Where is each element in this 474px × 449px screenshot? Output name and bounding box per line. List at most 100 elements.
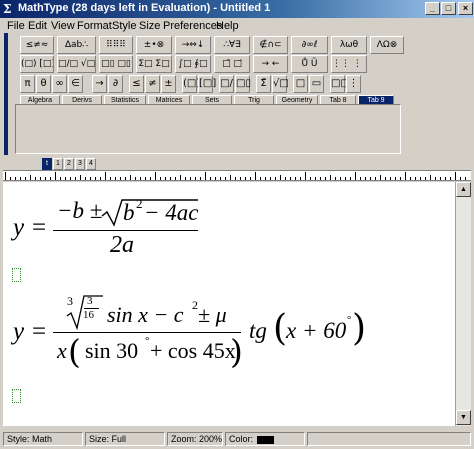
eq1-denominator: 2a — [110, 232, 134, 258]
status-color: Color: — [225, 432, 305, 446]
menu-file[interactable]: File — [7, 20, 25, 32]
mini-toolbar-3[interactable]: 3 — [75, 158, 85, 170]
menu-bar: File Edit View Format Style Size Prefere… — [0, 18, 474, 34]
status-bar: Style: Math Size: Full Zoom: 200% Color: — [0, 430, 474, 449]
product-templates[interactable]: Ů Ũ — [291, 55, 328, 73]
pi-button[interactable]: π — [20, 75, 35, 93]
ruler-ticks — [5, 172, 466, 180]
arrows-palette[interactable]: →⇔↓ — [175, 36, 211, 54]
ruler[interactable] — [3, 170, 471, 181]
mini-toolbar-4[interactable]: 4 — [86, 158, 96, 170]
equation-editor[interactable]: y = −b ± b 2 − 4ac 2a y = 3 3 16 sin x −… — [3, 182, 455, 426]
fraction-radical-templates[interactable]: □/□ √□ — [57, 55, 96, 73]
greek-uppercase-palette[interactable]: ΛΩ⊗ — [370, 36, 404, 54]
scroll-down-button[interactable]: ▼ — [456, 410, 471, 425]
brackets-button[interactable]: [□] — [198, 75, 216, 93]
summation-templates[interactable]: Σ□ Σ□ — [136, 55, 172, 73]
eq2-den-degree: ° — [145, 335, 150, 347]
bar-templates[interactable]: □̄ □⃗ — [214, 55, 250, 73]
matrix-button[interactable]: □□ — [330, 75, 350, 93]
eq2-inner-numerator: 3 — [87, 295, 93, 307]
superscript-button[interactable]: □▯ — [235, 75, 251, 93]
sum-bar-button[interactable]: Σ̄ — [256, 75, 271, 93]
eq2-lhs: y = — [13, 318, 48, 345]
less-equal-button[interactable]: ≤ — [129, 75, 144, 93]
minimize-button[interactable]: _ — [425, 2, 440, 15]
greek-lowercase-palette[interactable]: λωθ — [331, 36, 367, 54]
labeled-arrow-templates[interactable]: → ← — [253, 55, 288, 73]
status-empty-panel — [307, 432, 471, 446]
eq2-tg: tg — [249, 318, 267, 343]
eq2-arg-left-paren: ( — [273, 308, 288, 349]
integral-templates[interactable]: ∫□ ∮□ — [175, 55, 211, 73]
partial-button[interactable]: ∂ — [108, 75, 123, 93]
fence-templates[interactable]: (□) [□] — [20, 55, 54, 73]
status-color-label: Color: — [229, 434, 254, 444]
small-palette-row: π θ ∞ ∈ → ∂ ≤ ≠ ± (□) [□] □/□ □▯ Σ̄ √□ □… — [0, 75, 474, 105]
status-style: Style: Math — [3, 432, 83, 446]
plus-minus-button[interactable]: ± — [161, 75, 176, 93]
theta-button[interactable]: θ — [36, 75, 51, 93]
box-button[interactable]: □ — [293, 75, 308, 93]
eq1-radicand-b: b — [123, 200, 135, 225]
eq1-lhs: y = — [13, 214, 48, 241]
title-bar[interactable]: Σ MathType (28 days left in Evaluation) … — [0, 0, 474, 18]
menu-size[interactable]: Size — [139, 20, 160, 32]
eq2-den-sin: sin 30 — [85, 338, 139, 363]
eq2-inner-denominator: 16 — [83, 309, 94, 321]
template-palette-row: (□) [□] □/□ √□ □▯ □▯ Σ□ Σ□ ∫□ ∮□ □̄ □⃗ →… — [0, 55, 474, 73]
tab-palette-well[interactable] — [15, 104, 401, 154]
menu-preferences[interactable]: Preferences — [163, 20, 222, 32]
eq2-numerator-expression: sin x − c — [107, 302, 184, 327]
fraction-button[interactable]: □/□ — [219, 75, 234, 105]
eq1-radicand-rest: − 4ac — [144, 200, 199, 225]
sqrt-button[interactable]: √□ — [272, 75, 289, 93]
eq2-arg-right-paren: ) — [352, 308, 367, 349]
mathtype-app-icon[interactable]: Σ — [3, 3, 15, 15]
scroll-up-button[interactable]: ▲ — [456, 182, 471, 197]
symbol-palette-row: ≤≠≈ ∆ab∴ ⠿⠿⠿ ±•⊗ →⇔↓ ∴∀∃ ∉∩⊂ ∂∞ℓ λωθ ΛΩ⊗ — [0, 36, 474, 54]
vertical-scrollbar[interactable]: ▲ ▼ — [455, 182, 471, 426]
color-swatch — [257, 435, 275, 444]
eq2-den-plus-cos: + cos 45x — [150, 338, 236, 363]
frame-button[interactable]: ▭ — [309, 75, 324, 93]
relations-palette[interactable]: ≤≠≈ — [20, 36, 54, 54]
not-equal-button[interactable]: ≠ — [145, 75, 160, 93]
operators-palette[interactable]: ±•⊗ — [136, 36, 172, 54]
parentheses-button[interactable]: (□) — [182, 75, 200, 93]
menu-help[interactable]: Help — [216, 20, 239, 32]
eq2-plus-minus-mu: ± μ — [198, 302, 227, 327]
eq2-den-left-paren: ( — [68, 332, 81, 371]
mini-toolbar-2[interactable]: 2 — [64, 158, 74, 170]
close-button[interactable]: × — [458, 2, 473, 15]
element-of-button[interactable]: ∈ — [68, 75, 83, 93]
window-title: MathType (28 days left in Evaluation) - … — [18, 2, 271, 14]
script-templates[interactable]: □▯ □▯ — [99, 55, 133, 73]
set-theory-palette[interactable]: ∉∩⊂ — [253, 36, 288, 54]
right-arrow-button[interactable]: → — [92, 75, 107, 93]
status-size: Size: Full — [85, 432, 165, 446]
eq2-arg-degree: ° — [347, 314, 352, 326]
menu-edit[interactable]: Edit — [28, 20, 47, 32]
spaces-ellipses-palette[interactable]: ∆ab∴ — [57, 36, 96, 54]
eq2-argument: x + 60 — [286, 318, 347, 343]
eq2-den-x: x — [57, 338, 67, 363]
infinity-button[interactable]: ∞ — [52, 75, 67, 93]
embellishments-palette[interactable]: ⠿⠿⠿ — [99, 36, 133, 54]
matrix-templates[interactable]: ⋮⋮ ⋮⋮ — [331, 55, 367, 73]
empty-line-placeholder-1[interactable] — [12, 268, 21, 282]
logic-palette[interactable]: ∴∀∃ — [214, 36, 250, 54]
eq1-numerator-prefix: −b ± — [57, 198, 103, 223]
status-zoom: Zoom: 200% — [167, 432, 223, 446]
menu-style[interactable]: Style — [112, 20, 136, 32]
mini-toolbar-t[interactable]: t — [42, 158, 52, 170]
empty-line-placeholder-2[interactable] — [12, 389, 21, 403]
menu-view[interactable]: View — [51, 20, 75, 32]
column-button[interactable]: ⋮ — [346, 75, 361, 93]
eq2-den-right-paren: ) — [230, 332, 243, 371]
mathtype-window: Σ MathType (28 days left in Evaluation) … — [0, 0, 474, 449]
misc-symbols-palette[interactable]: ∂∞ℓ — [291, 36, 328, 54]
maximize-button[interactable]: □ — [441, 2, 456, 15]
menu-format[interactable]: Format — [77, 20, 112, 32]
mini-toolbar-1[interactable]: 1 — [53, 158, 63, 170]
